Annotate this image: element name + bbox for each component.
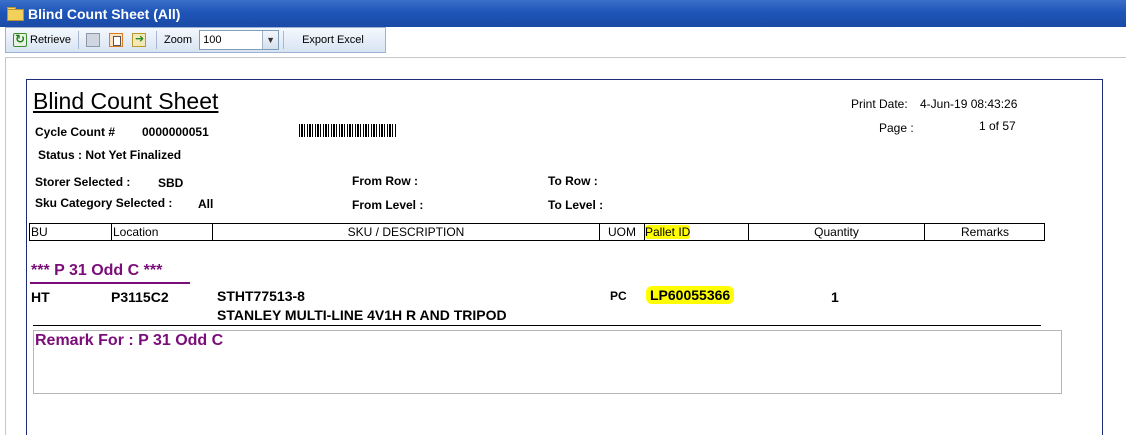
row-description: STANLEY MULTI-LINE 4V1H R AND TRIPOD xyxy=(217,307,507,323)
print-button[interactable] xyxy=(83,30,106,50)
header-bu: BU xyxy=(31,225,48,239)
cycle-count-value: 0000000051 xyxy=(142,125,209,139)
from-row-label: From Row : xyxy=(352,174,418,188)
table-header: BU Location SKU / DESCRIPTION UOM Pallet… xyxy=(29,223,1045,241)
row-divider xyxy=(33,325,1041,326)
toolbar-separator xyxy=(283,31,285,49)
retrieve-label: Retrieve xyxy=(30,34,71,46)
chevron-down-icon[interactable]: ▼ xyxy=(262,31,279,49)
zoom-select[interactable]: 100 ▼ xyxy=(199,30,280,50)
page-value: 1 of 57 xyxy=(979,119,1016,133)
print-date-value: 4-Jun-19 08:43:26 xyxy=(920,97,1018,111)
export-arrow-icon xyxy=(131,32,146,47)
location-group-title: *** P 31 Odd C *** xyxy=(31,262,163,279)
sku-category-label: Sku Category Selected : xyxy=(35,196,173,210)
storer-value: SBD xyxy=(158,176,184,190)
header-pallet-id-cell: Pallet ID xyxy=(644,224,748,240)
zoom-label: Zoom xyxy=(163,34,193,46)
remark-title: Remark For : P 31 Odd C xyxy=(35,332,224,349)
toolbar-separator xyxy=(155,31,157,49)
from-level-label: From Level : xyxy=(352,198,424,212)
group-underline xyxy=(30,282,190,284)
storer-label: Storer Selected : xyxy=(35,175,131,189)
print-preview-icon xyxy=(108,33,123,47)
header-uom: UOM xyxy=(599,224,644,240)
barcode xyxy=(299,124,396,137)
zoom-value: 100 xyxy=(203,34,222,46)
header-sku-description: SKU / DESCRIPTION xyxy=(212,224,599,240)
to-row-label: To Row : xyxy=(548,174,598,188)
cycle-count-label: Cycle Count # xyxy=(35,125,116,139)
row-sku: STHT77513-8 xyxy=(217,288,305,304)
retrieve-button[interactable]: Retrieve xyxy=(10,30,74,50)
to-level-label: To Level : xyxy=(548,198,604,212)
status-text: Status : Not Yet Finalized xyxy=(38,148,182,162)
row-pallet-id-cell: LP60055366 xyxy=(642,286,738,304)
sku-category-value: All xyxy=(198,197,214,211)
page-label: Page : xyxy=(879,121,914,135)
printer-icon xyxy=(85,33,100,47)
row-pallet-id: LP60055366 xyxy=(646,286,735,304)
export-excel-button[interactable]: Export Excel xyxy=(288,30,367,50)
folder-icon xyxy=(7,7,24,21)
header-location: Location xyxy=(111,224,212,240)
row-bu: HT xyxy=(31,289,50,305)
window-titlebar: Blind Count Sheet (All) xyxy=(0,0,1126,27)
print-date-label: Print Date: xyxy=(851,97,908,111)
header-quantity: Quantity xyxy=(748,224,924,240)
print-preview-button[interactable] xyxy=(106,30,129,50)
window-title: Blind Count Sheet (All) xyxy=(28,5,181,22)
report-title: Blind Count Sheet xyxy=(33,88,219,114)
row-location: P3115C2 xyxy=(111,289,169,305)
header-pallet-id: Pallet ID xyxy=(645,225,691,239)
report-toolbar: Retrieve Zoom 100 ▼ Export Excel xyxy=(5,27,386,53)
row-uom: PC xyxy=(610,289,627,303)
row-quantity: 1 xyxy=(831,289,839,305)
header-remarks: Remarks xyxy=(924,224,1045,240)
toolbar-separator xyxy=(77,31,79,49)
refresh-icon xyxy=(13,32,27,47)
export-arrow-button[interactable] xyxy=(129,30,152,50)
